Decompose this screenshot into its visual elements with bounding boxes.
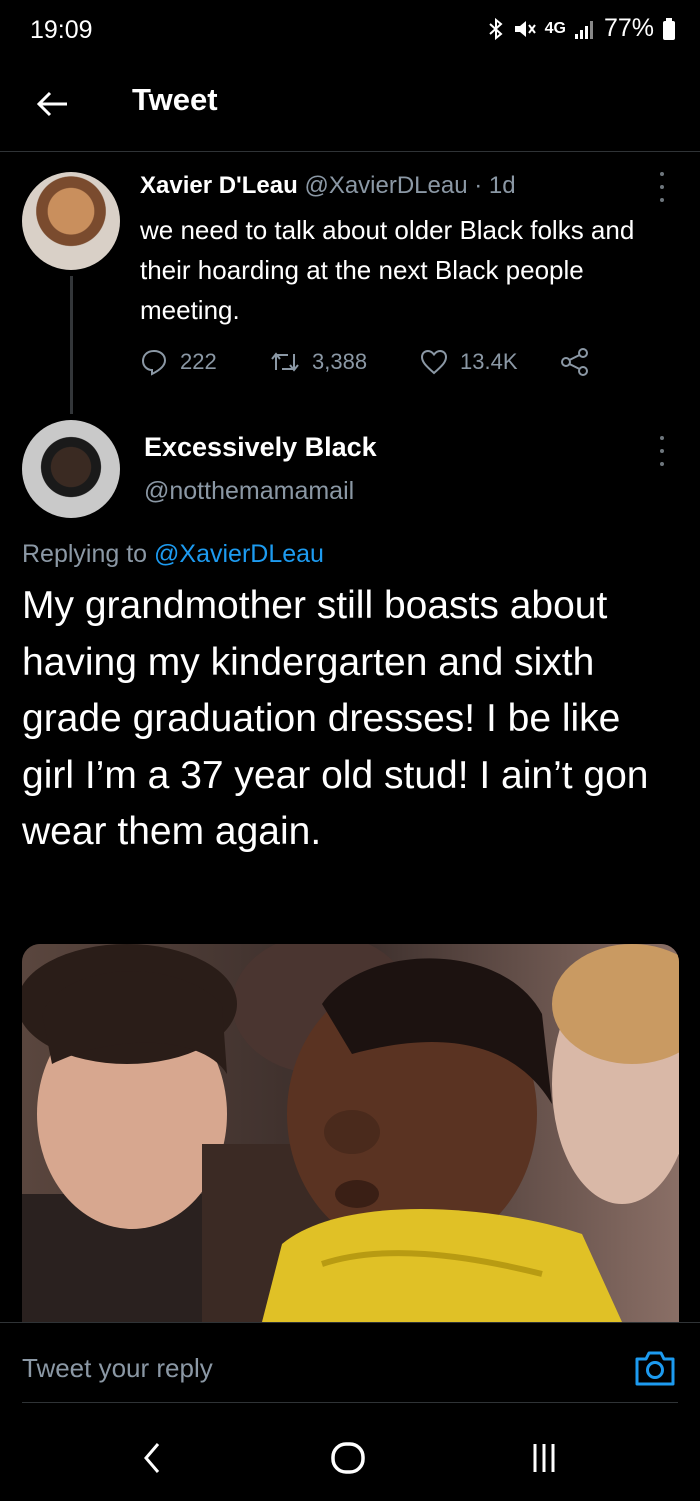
author-name[interactable]: Excessively Black xyxy=(144,432,377,463)
author-handle[interactable]: @notthemamamail xyxy=(144,477,354,506)
battery-icon xyxy=(663,17,675,40)
status-time: 19:09 xyxy=(30,16,93,44)
parent-tweet-text: we need to talk about older Black folks … xyxy=(140,215,635,325)
retweet-count: 3,388 xyxy=(312,349,368,374)
mute-icon xyxy=(514,20,536,37)
divider xyxy=(22,1402,678,1403)
camera-button[interactable] xyxy=(634,1349,676,1387)
arrow-left-icon xyxy=(36,91,67,117)
reply-button[interactable]: 222 xyxy=(140,348,270,376)
reply-bar: Tweet your reply xyxy=(0,1322,700,1402)
tweet-actions: 222 3,388 13.4K xyxy=(140,344,610,380)
avatar[interactable] xyxy=(22,172,120,270)
system-nav-bar xyxy=(0,1410,700,1501)
replying-to-line: Replying to @XavierDLeau xyxy=(22,540,324,569)
status-bar: 19:09 4G 77% xyxy=(0,0,700,62)
replying-to-link[interactable]: @XavierDLeau xyxy=(154,540,324,568)
share-icon xyxy=(561,348,588,376)
camera-icon xyxy=(635,1351,675,1386)
replying-prefix: Replying to xyxy=(22,540,155,568)
home-circle-icon xyxy=(331,1442,365,1474)
signal-icon xyxy=(574,20,593,39)
reply-icon xyxy=(141,349,167,376)
thread-line xyxy=(70,276,73,414)
share-button[interactable] xyxy=(560,348,590,376)
more-options-icon[interactable] xyxy=(652,436,672,466)
battery-percent: 77% xyxy=(603,14,654,42)
nav-recents-button[interactable] xyxy=(524,1438,564,1478)
like-count: 13.4K xyxy=(460,349,518,374)
reply-input[interactable]: Tweet your reply xyxy=(22,1353,213,1384)
media-scene xyxy=(22,944,679,1322)
nav-home-button[interactable] xyxy=(328,1438,368,1478)
nav-back-button[interactable] xyxy=(132,1438,172,1478)
reply-count: 222 xyxy=(180,349,217,374)
recents-icon xyxy=(533,1444,555,1472)
chevron-left-icon xyxy=(144,1443,160,1473)
retweet-button[interactable]: 3,388 xyxy=(270,349,420,375)
back-button[interactable] xyxy=(30,82,74,126)
retweet-icon xyxy=(271,352,299,372)
heart-icon xyxy=(420,349,448,375)
tweet-text: My grandmother still boasts about having… xyxy=(22,584,649,853)
like-button[interactable]: 13.4K xyxy=(420,349,560,375)
bluetooth-icon xyxy=(488,17,503,40)
author-handle-time: @XavierDLeau · 1d xyxy=(304,172,516,199)
tweet-media-image[interactable] xyxy=(22,944,679,1322)
page-title: Tweet xyxy=(132,82,218,117)
parent-tweet-author[interactable]: Xavier D'Leau @XavierDLeau · 1d xyxy=(140,172,516,200)
avatar[interactable] xyxy=(22,420,120,518)
network-type: 4G xyxy=(544,19,566,37)
status-icons: 4G 77% xyxy=(487,14,676,43)
app-header: Tweet xyxy=(0,62,700,152)
author-name[interactable]: Xavier D'Leau xyxy=(140,172,298,199)
more-options-icon[interactable] xyxy=(652,172,672,202)
